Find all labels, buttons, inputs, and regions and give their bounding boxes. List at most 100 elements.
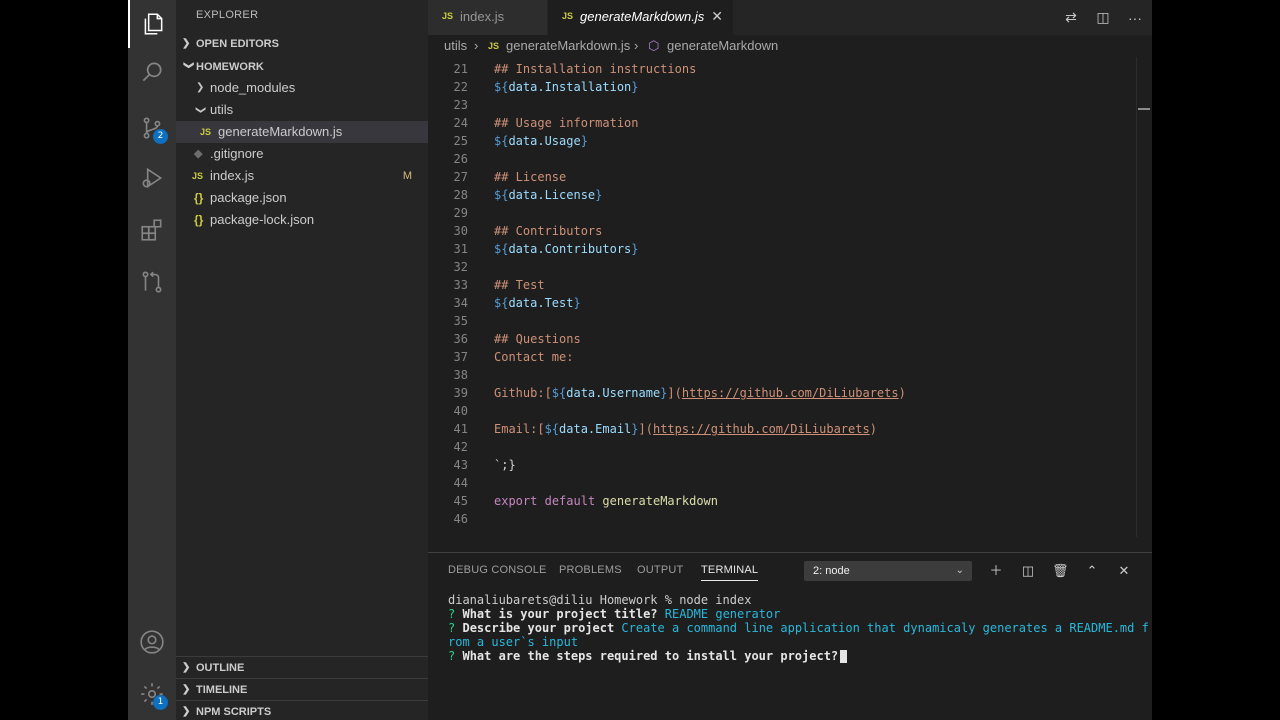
question-text: What are the steps required to install y…	[462, 649, 839, 663]
tab-debug-console[interactable]: DEBUG CONSOLE	[448, 564, 547, 576]
line-number: 32	[428, 258, 1138, 276]
outline-section[interactable]: ❯ OUTLINE	[176, 656, 428, 679]
open-changes-icon[interactable]: ⇄	[1062, 9, 1080, 26]
split-terminal-icon[interactable]: ◫	[1020, 561, 1036, 581]
files-icon[interactable]	[128, 0, 176, 48]
scrollbar-marker[interactable]	[1138, 108, 1150, 110]
more-actions-icon[interactable]: ···	[1126, 10, 1144, 26]
code-line: `;}	[428, 456, 1138, 474]
code-line: export default generateMarkdown	[428, 492, 1138, 510]
settings-badge: 1	[153, 695, 168, 710]
code-var: data.Usage	[508, 134, 581, 148]
tree-item-label: node_modules	[210, 80, 296, 95]
editor-actions: ⇄ ◫ ···	[1062, 0, 1144, 35]
code-line: ${data.Installation}	[428, 78, 1138, 96]
tree-item-package-lock-json[interactable]: {} package-lock.json	[176, 209, 428, 231]
tree-item-gitignore[interactable]: ◆ .gitignore	[176, 143, 428, 165]
terminal-cursor	[840, 650, 848, 663]
line-number: 38	[428, 366, 1138, 384]
explorer-sidebar: EXPLORER ❯ OPEN EDITORS ❯ HOMEWORK ❯ nod…	[176, 0, 428, 720]
breadcrumb-symbol[interactable]: generateMarkdown	[667, 35, 778, 57]
line-number: 44	[428, 474, 1138, 492]
tab-index-js[interactable]: JS index.js	[428, 0, 548, 35]
tree-item-label: utils	[210, 102, 234, 117]
terminal-prompt: dianaliubarets@diliu Homework % node ind…	[448, 593, 752, 607]
source-control-icon[interactable]: 2	[128, 104, 176, 152]
tab-problems[interactable]: PROBLEMS	[559, 564, 622, 576]
open-editors-section[interactable]: ❯ OPEN EDITORS	[176, 33, 428, 55]
settings-gear-icon[interactable]: 1	[128, 670, 176, 718]
remote-icon[interactable]	[128, 258, 176, 306]
panel-actions: ＋ ◫ 🗑 ⌃ ✕	[988, 561, 1132, 581]
tree-item-package-json[interactable]: {} package.json	[176, 187, 428, 209]
source-control-badge: 2	[153, 129, 168, 144]
code-line: ${data.License}	[428, 186, 1138, 204]
account-icon[interactable]	[128, 618, 176, 666]
timeline-section[interactable]: ❯ TIMELINE	[176, 678, 428, 701]
chevron-down-icon: ⌄	[955, 565, 964, 576]
breadcrumb-file[interactable]: generateMarkdown.js	[506, 35, 630, 57]
code-line: ## Questions	[428, 330, 1138, 348]
symbol-method-icon: ⬡	[648, 38, 660, 53]
terminal-line: dianaliubarets@diliu Homework % node ind…	[448, 593, 1138, 607]
interp-open: ${	[494, 134, 509, 148]
trash-icon[interactable]: 🗑	[1052, 561, 1069, 581]
code-var: data.Contributors	[508, 242, 632, 256]
interp-close: }	[631, 242, 639, 256]
tree-item-utils[interactable]: ❯ utils	[176, 99, 428, 121]
chevron-right-icon: ❯	[182, 38, 191, 49]
code-line: ## Test	[428, 276, 1138, 294]
folder-label: HOMEWORK	[196, 61, 264, 73]
tab-generatemarkdown-js[interactable]: JS generateMarkdown.js ✕	[548, 0, 734, 35]
terminal-line: ? Describe your project Create a command…	[448, 621, 1149, 635]
outline-label: OUTLINE	[196, 662, 245, 674]
tree-item-generatemarkdown[interactable]: JS generateMarkdown.js	[176, 121, 428, 143]
timeline-label: TIMELINE	[196, 684, 248, 696]
code-var: data.Installation	[508, 80, 632, 94]
tree-item-node-modules[interactable]: ❯ node_modules	[176, 77, 428, 99]
tree-item-label: package-lock.json	[210, 212, 315, 227]
tree-item-index[interactable]: JS index.js M	[176, 165, 428, 187]
terminal-output[interactable]: dianaliubarets@diliu Homework % node ind…	[448, 593, 1149, 663]
new-terminal-icon[interactable]: ＋	[988, 561, 1004, 581]
breadcrumb-folder[interactable]: utils	[444, 35, 467, 57]
question-mark: ?	[448, 607, 456, 621]
code-text: ## Contributors	[494, 224, 603, 238]
npm-scripts-section[interactable]: ❯ NPM SCRIPTS	[176, 700, 428, 720]
bottom-panel: DEBUG CONSOLE PROBLEMS OUTPUT TERMINAL 2…	[428, 552, 1152, 720]
close-panel-icon[interactable]: ✕	[1116, 561, 1132, 581]
maximize-panel-icon[interactable]: ⌃	[1084, 561, 1100, 581]
run-debug-icon[interactable]	[128, 154, 176, 202]
tab-terminal[interactable]: TERMINAL	[701, 564, 759, 581]
code-text: ](	[638, 422, 653, 436]
code-function: generateMarkdown	[602, 494, 718, 508]
chevron-right-icon: ›	[634, 38, 639, 53]
line-number-text: 44	[453, 476, 468, 490]
close-icon[interactable]: ✕	[711, 0, 723, 33]
tab-output[interactable]: OUTPUT	[637, 564, 683, 576]
code-text: ](	[667, 386, 682, 400]
search-icon[interactable]	[128, 48, 176, 96]
extensions-icon[interactable]	[128, 206, 176, 254]
line-number-text: 40	[453, 404, 468, 418]
chevron-right-icon: ❯	[182, 706, 191, 717]
interp-close: }	[631, 80, 639, 94]
interp-open: ${	[494, 296, 509, 310]
code-editor[interactable]: 21 22 23 24 25 26 27 28 29 30 31 32 33 34 35 36 37 38 39 40…	[428, 57, 1152, 537]
editor-ruler	[1136, 57, 1137, 537]
terminal-select[interactable]: 2: node ⌄	[804, 561, 972, 581]
json-file-icon: {}	[194, 191, 204, 205]
tree-item-label: generateMarkdown.js	[218, 124, 343, 139]
code-link[interactable]: https://github.com/DiLiubarets	[682, 386, 899, 400]
split-editor-icon[interactable]: ◫	[1094, 9, 1112, 26]
line-number-text: 23	[453, 98, 468, 112]
interp-close: }	[595, 188, 603, 202]
gitignore-file-icon: ◆	[194, 148, 203, 160]
code-link[interactable]: https://github.com/DiLiubarets	[653, 422, 870, 436]
interp-close: }	[573, 296, 581, 310]
line-number: 46	[428, 510, 1138, 528]
terminal-select-value: 2: node	[813, 565, 850, 577]
homework-folder-section[interactable]: ❯ HOMEWORK	[176, 56, 428, 78]
terminal-line: rom a user`s input	[448, 635, 1138, 649]
code-line: ## License	[428, 168, 1138, 186]
